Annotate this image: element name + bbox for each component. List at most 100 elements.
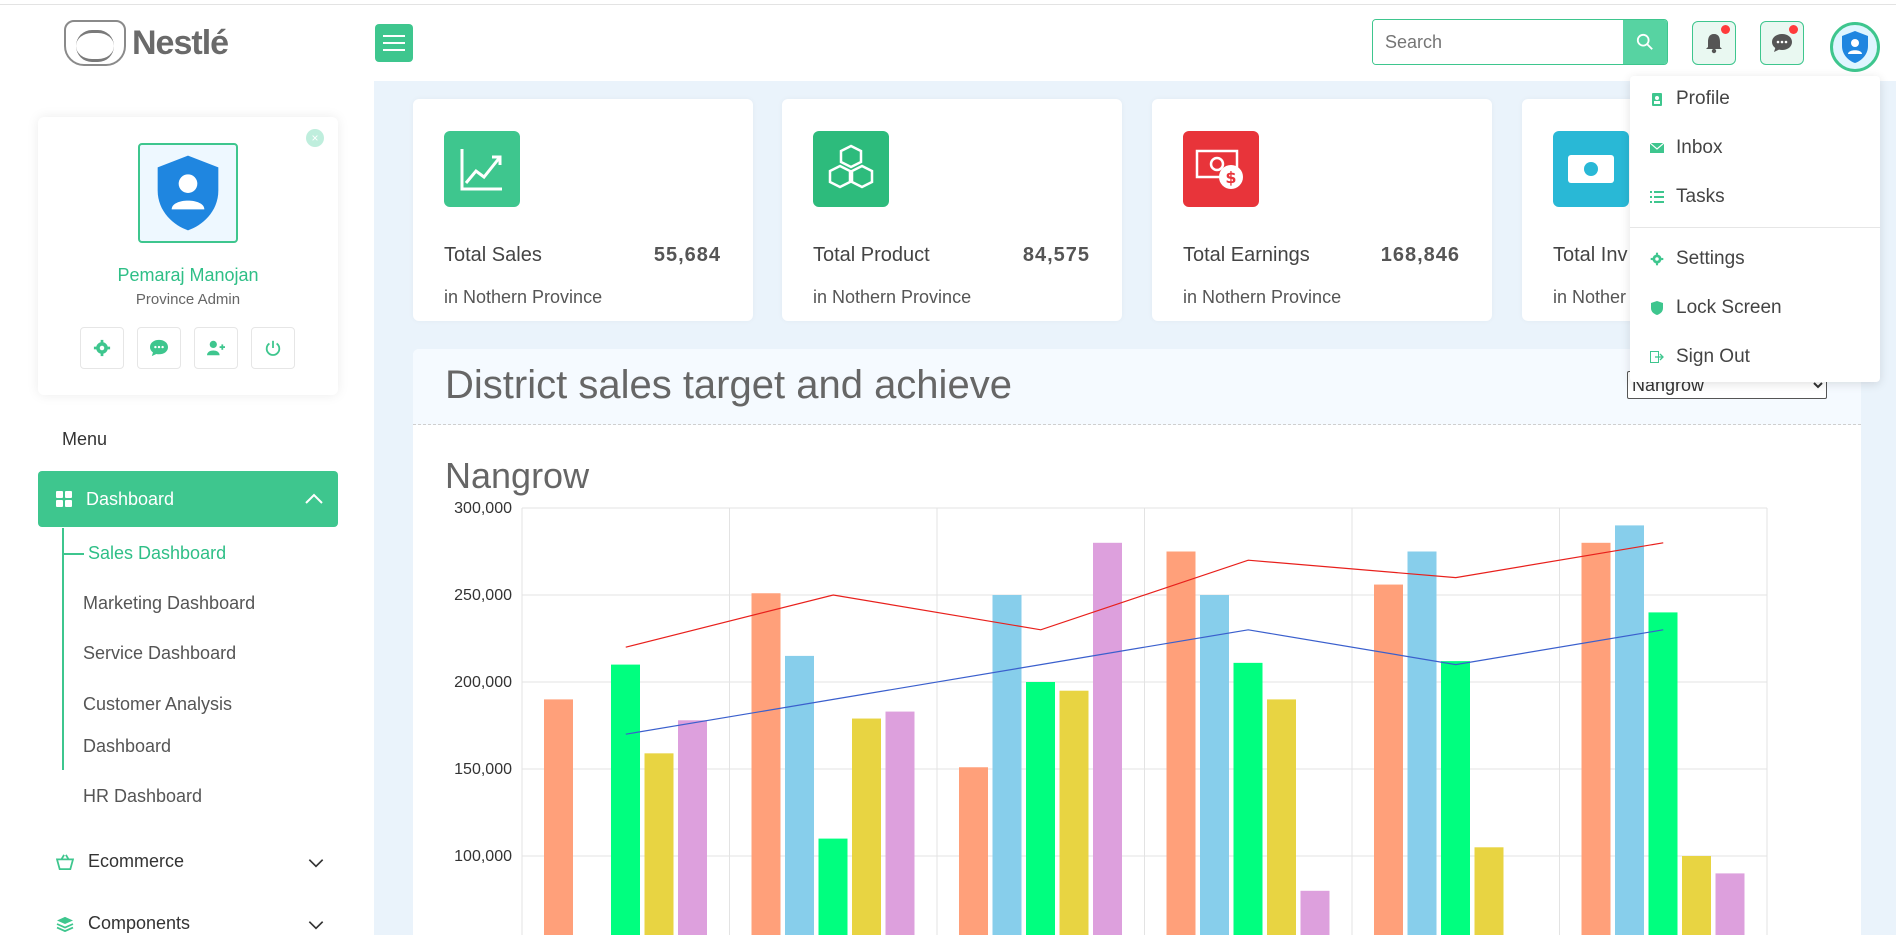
user-dropdown-menu: Profile Inbox Tasks Settings Lock Screen… [1630,76,1880,382]
add-user-button[interactable] [194,327,238,369]
gear-icon [1650,252,1664,266]
chevron-down-icon [308,921,324,930]
sidebar-sub-marketing-dashboard[interactable]: Marketing Dashboard [83,593,255,614]
dropdown-item-label: Lock Screen [1676,297,1782,318]
settings-button[interactable] [80,327,124,369]
sidebar-sub-customer-analysis-dashboard[interactable]: Dashboard [83,736,171,757]
stat-value: 168,846 [1380,244,1460,266]
bar [1715,873,1745,935]
sidebar-item-label: Dashboard [86,488,175,509]
dropdown-item-sign-out[interactable]: Sign Out [1650,346,1750,368]
bar [544,699,573,935]
sidebar-sub-sales-dashboard[interactable]: Sales Dashboard [88,543,226,564]
bar [885,711,915,935]
money-icon: $ [1183,131,1259,207]
bar [1200,595,1229,935]
sidebar-sub-customer-analysis[interactable]: Customer Analysis [83,694,232,715]
basket-icon [56,853,74,870]
bar [1166,551,1196,935]
message-dot [1789,25,1798,34]
cubes-icon [813,131,889,207]
svg-text:$: $ [1225,168,1236,187]
bell-icon [1706,34,1722,54]
chat-icon [1772,34,1792,52]
y-tick-label: 300,000 [454,500,512,517]
notification-dot [1721,25,1730,34]
notifications-button[interactable] [1692,21,1736,65]
list-icon [1650,190,1664,204]
bar [1648,612,1678,935]
y-tick-label: 250,000 [454,587,512,604]
shield-icon [1650,301,1664,315]
sidebar-item-label: Ecommerce [88,851,185,871]
stat-card-total-earnings: $ Total Earnings 168,846 in Nothern Prov… [1152,99,1492,321]
bar [818,838,848,935]
bar [1059,690,1089,935]
dropdown-item-settings[interactable]: Settings [1650,248,1745,270]
bar [678,720,707,935]
profile-role: Province Admin [135,291,241,308]
search-button[interactable] [1623,20,1667,64]
dropdown-item-label: Settings [1676,248,1745,269]
sales-bar-chart: 300,000 250,000 200,000 150,000 100,000 [454,500,1768,935]
sidebar-item-components[interactable]: Components [56,913,336,934]
stat-card-total-product: Total Product 84,575 in Nothern Province [782,99,1122,321]
sidebar-sub-hr-dashboard[interactable]: HR Dashboard [83,786,202,807]
profile-name: Pemaraj Manojan [117,265,259,285]
sidebar-item-ecommerce[interactable]: Ecommerce [56,851,336,872]
dropdown-item-lock-screen[interactable]: Lock Screen [1650,297,1782,319]
profile-picture [138,143,238,243]
add-user-icon [207,340,225,356]
bar [1267,699,1296,935]
dropdown-item-label: Sign Out [1676,346,1750,367]
layers-icon [56,916,74,932]
trend-chart-icon [444,131,520,207]
dropdown-item-inbox[interactable]: Inbox [1650,137,1722,159]
shield-user-icon [1842,31,1868,63]
bar [1093,542,1122,935]
stat-subtext: in Nothern Province [444,287,603,307]
top-header: Nestlé [0,5,1896,81]
hamburger-menu-button[interactable] [375,24,413,62]
stat-value: 84,575 [1022,244,1090,266]
stat-label: Total Earnings [1183,244,1310,266]
sidebar-item-dashboard[interactable]: Dashboard [38,471,338,527]
search-input[interactable] [1373,20,1623,64]
search-icon [1636,33,1653,50]
chevron-down-icon [308,859,324,868]
bar [1233,662,1263,935]
search-box [1372,19,1668,65]
profile-actions [80,327,295,369]
shield-user-icon [157,155,219,231]
brand-logo[interactable]: Nestlé [64,20,229,66]
power-button[interactable] [251,327,295,369]
y-tick-label: 150,000 [454,761,512,778]
chat-button[interactable] [137,327,181,369]
nest-icon [64,20,126,66]
sidebar-item-label: Components [88,913,191,933]
user-avatar-button[interactable] [1830,22,1880,72]
bar [751,593,781,935]
stat-value: 55,684 [653,244,721,266]
messages-button[interactable] [1760,21,1804,65]
stat-label: Total Sales [444,244,542,266]
dropdown-divider [1630,227,1880,228]
brand-name: Nestlé [132,23,229,62]
y-tick-label: 100,000 [454,848,512,865]
bar [1474,847,1504,935]
close-icon[interactable]: × [306,129,324,147]
stat-label: Total Product [813,244,930,266]
bar [611,664,640,935]
profile-card: × Pemaraj Manojan Province Admin [38,117,338,395]
dropdown-item-profile[interactable]: Profile [1650,88,1730,110]
stat-subtext: in Nothern Province [1183,287,1342,307]
stat-label: Total Inv [1553,244,1628,266]
sidebar: × Pemaraj Manojan Province Admin Menu Da… [0,81,374,935]
stat-subtext: in Nother [1553,287,1627,307]
chart-card: District sales target and achieve Nangro… [413,349,1861,935]
subnav-line [62,528,64,770]
stat-subtext: in Nothern Province [813,287,972,307]
sidebar-sub-service-dashboard[interactable]: Service Dashboard [83,643,236,664]
dropdown-item-tasks[interactable]: Tasks [1650,186,1725,208]
bar [1441,661,1470,935]
